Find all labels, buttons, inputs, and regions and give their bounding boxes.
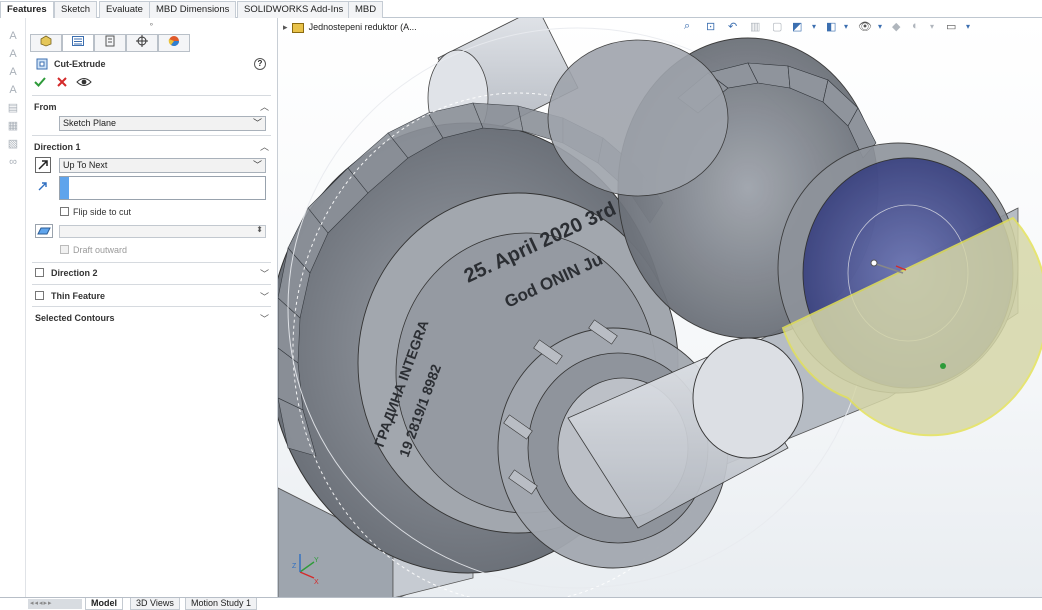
cut-extrude-icon <box>36 58 48 70</box>
configuration-manager-tab-icon[interactable] <box>94 34 126 52</box>
table-icon[interactable]: ▦ <box>6 120 20 132</box>
draft-on-off-icon[interactable] <box>35 224 53 238</box>
divider <box>32 284 271 285</box>
chevron-down-icon[interactable]: ﹀ <box>260 290 269 303</box>
direction2-checkbox[interactable] <box>35 268 44 277</box>
direction2-label: Direction 2 <box>51 268 98 278</box>
from-label: From <box>34 102 57 112</box>
direction1-label: Direction 1 <box>34 142 81 152</box>
property-manager-tab-icon[interactable] <box>62 34 94 52</box>
tab-sketch[interactable]: Sketch <box>54 1 98 18</box>
flip-side-checkbox[interactable] <box>60 207 69 216</box>
from-select[interactable]: Sketch Plane ﹀ <box>59 116 266 131</box>
from-section-header[interactable]: From ︿ <box>34 99 269 115</box>
chevron-up-icon[interactable]: ︿ <box>260 99 269 115</box>
layer-icon[interactable]: ▧ <box>6 138 20 150</box>
tab-evaluate[interactable]: Evaluate <box>99 1 150 18</box>
spinner-icon[interactable]: ⬍ <box>256 225 263 234</box>
tab-mbd-dimensions[interactable]: MBD Dimensions <box>149 1 237 18</box>
chevron-down-icon[interactable]: ﹀ <box>260 267 269 280</box>
splitter-handle-icon[interactable]: ⚬ <box>148 20 155 29</box>
dimxpert-manager-tab-icon[interactable] <box>126 34 158 52</box>
draft-angle-field[interactable]: ⬍ <box>59 225 266 238</box>
feature-title: Cut-Extrude <box>54 59 106 69</box>
svg-text:X: X <box>314 579 319 586</box>
divider <box>32 262 271 263</box>
chevron-down-icon[interactable]: ﹀ <box>253 117 262 130</box>
divider <box>32 95 271 96</box>
end-condition-value: Up To Next <box>63 160 108 170</box>
bottom-tab-bar: ◂◂◂▸▸ Model 3D Views Motion Study 1 <box>0 597 1042 610</box>
property-manager: ⚬ Cut-Extrude ? From ︿ Sketch Plane ﹀ Di… <box>26 18 278 598</box>
left-tool-strip: A A A A ▤ ▦ ▧ ∞ <box>0 18 26 598</box>
eye-icon[interactable] <box>76 76 92 90</box>
end-condition-select[interactable]: Up To Next ﹀ <box>59 158 266 173</box>
text-tool-icon[interactable]: A <box>6 66 20 78</box>
direction1-section-header[interactable]: Direction 1 ︿ <box>34 139 269 155</box>
model-render[interactable]: 25. April 2020 3rd God ONIN Ju ГРАДИНА I… <box>278 18 1042 598</box>
text-tool-icon[interactable]: A <box>6 84 20 96</box>
command-manager-tabs: Features Sketch Evaluate MBD Dimensions … <box>0 0 1042 19</box>
tab-solidworks-add-ins[interactable]: SOLIDWORKS Add-Ins <box>237 1 351 18</box>
tab-features[interactable]: Features <box>0 1 54 19</box>
close-icon[interactable] <box>56 76 68 90</box>
chevron-up-icon[interactable]: ︿ <box>260 139 269 155</box>
help-icon[interactable]: ? <box>254 58 266 70</box>
flip-side-label: Flip side to cut <box>73 207 132 217</box>
svg-text:Y: Y <box>314 557 319 564</box>
draft-outward-checkbox <box>60 245 69 254</box>
reverse-direction-button[interactable] <box>35 157 51 173</box>
tab-mbd[interactable]: MBD <box>348 1 384 18</box>
check-icon[interactable] <box>34 76 46 90</box>
tab-scroll-buttons-icon[interactable]: ◂◂◂▸▸ <box>28 599 82 609</box>
draft-outward-label: Draft outward <box>73 245 128 255</box>
tab-3d-views[interactable]: 3D Views <box>130 598 180 610</box>
divider <box>32 306 271 307</box>
text-tool-icon[interactable]: A <box>6 48 20 60</box>
direction-arrow-icon <box>37 180 49 194</box>
display-manager-tab-icon[interactable] <box>158 34 190 52</box>
link-icon[interactable]: ∞ <box>6 156 20 168</box>
chevron-down-icon[interactable]: ﹀ <box>253 159 262 172</box>
thin-feature-checkbox[interactable] <box>35 291 44 300</box>
graphics-area[interactable]: ▸ Jednostepeni reduktor (A... ⌕ ⊡ ↶ ▥ ▢ … <box>278 18 1042 598</box>
thin-feature-label: Thin Feature <box>51 291 106 301</box>
text-tool-icon[interactable]: A <box>6 30 20 42</box>
from-select-value: Sketch Plane <box>63 118 117 128</box>
feature-manager-tab-icon[interactable] <box>30 34 62 52</box>
divider <box>32 135 271 136</box>
svg-text:Z: Z <box>292 563 297 570</box>
selected-contours-label[interactable]: Selected Contours <box>35 313 115 323</box>
direction-selection-box[interactable] <box>59 176 266 200</box>
annotation-icon[interactable]: ▤ <box>6 102 20 114</box>
selection-highlight <box>60 177 69 199</box>
tab-model[interactable]: Model <box>85 598 123 610</box>
chevron-down-icon[interactable]: ﹀ <box>260 312 269 325</box>
tab-motion-study-1[interactable]: Motion Study 1 <box>185 598 258 610</box>
